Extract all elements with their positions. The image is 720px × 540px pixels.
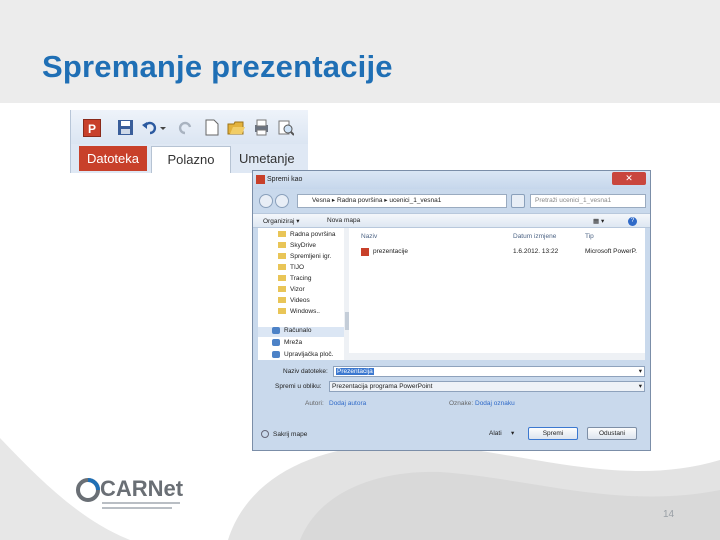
tools-dropdown-icon[interactable]: ▾ xyxy=(511,429,514,437)
save-type-label: Spremi u obliku: xyxy=(275,383,322,390)
cancel-button[interactable]: Odustani xyxy=(587,427,637,440)
file-name-label: Naziv datoteke: xyxy=(283,368,328,375)
tree-item-tijo[interactable]: TIJO xyxy=(278,264,304,274)
page-number: 14 xyxy=(663,509,675,520)
save-button[interactable]: Spremi xyxy=(528,427,578,440)
tree-item-vizor[interactable]: Vizor xyxy=(278,286,305,296)
print-icon[interactable] xyxy=(253,119,270,136)
file-name-value: Prezentacija xyxy=(336,368,374,375)
organize-menu[interactable]: Organiziraj ▾ xyxy=(263,217,300,225)
tree-item-computer[interactable]: Računalo xyxy=(272,327,311,337)
file-name: prezentacije xyxy=(373,248,409,255)
tree-item-saved-games[interactable]: Spremljeni igr. xyxy=(278,253,331,263)
save-icon[interactable] xyxy=(117,119,134,136)
file-list: Naziv Datum izmjene Tip prezentacije 1.6… xyxy=(349,228,645,360)
quick-access-toolbar: P xyxy=(71,110,308,144)
hide-folders-button[interactable]: Sakrij mape xyxy=(273,431,307,438)
dropdown-arrow-icon: ▾ xyxy=(638,368,642,375)
new-folder-button[interactable]: Nova mapa xyxy=(327,217,360,224)
file-icon xyxy=(361,248,369,256)
authors-label: Autori: xyxy=(305,400,324,407)
add-tag-link[interactable]: Dodaj oznaku xyxy=(475,400,515,407)
tree-item-network[interactable]: Mreža xyxy=(272,339,302,349)
tree-item-windows[interactable]: Windows.. xyxy=(278,308,320,318)
command-bar: Organiziraj ▾ Nova mapa ▦ ▾ ? xyxy=(253,213,650,228)
column-header-date[interactable]: Datum izmjene xyxy=(513,233,556,240)
powerpoint-icon xyxy=(256,175,265,184)
tab-home[interactable]: Polazno xyxy=(151,146,231,173)
redo-icon[interactable] xyxy=(177,119,194,136)
add-author-link[interactable]: Dodaj autora xyxy=(329,400,366,407)
save-type-value: Prezentacija programa PowerPoint xyxy=(332,383,433,390)
view-menu-icon[interactable]: ▦ ▾ xyxy=(593,217,604,225)
dialog-titlebar: Spremi kao ✕ xyxy=(253,171,650,189)
address-bar[interactable]: Vesna ▸ Radna površina ▸ ucenici_1_vesna… xyxy=(297,194,507,208)
carnet-logo-tagline xyxy=(102,502,180,509)
carnet-logo-icon xyxy=(76,478,100,502)
tree-item-desktop[interactable]: Radna površina xyxy=(278,231,336,241)
tab-insert[interactable]: Umetanje xyxy=(239,146,308,173)
save-type-select[interactable]: Prezentacija programa PowerPoint ▾ xyxy=(329,381,645,392)
tree-item-videos[interactable]: Videos xyxy=(278,297,310,307)
hide-folders-icon[interactable] xyxy=(261,430,269,438)
help-icon[interactable]: ? xyxy=(628,217,637,226)
slide-title: Spremanje prezentacije xyxy=(42,49,393,84)
dialog-title: Spremi kao xyxy=(267,176,303,183)
file-name-input[interactable]: Prezentacija ▾ xyxy=(333,366,645,377)
address-row: Vesna ▸ Radna površina ▸ ucenici_1_vesna… xyxy=(253,189,650,213)
tree-item-tracing[interactable]: Tracing xyxy=(278,275,311,285)
tab-file[interactable]: Datoteka xyxy=(79,146,147,171)
file-date: 1.6.2012. 13:22 xyxy=(513,248,559,255)
undo-dropdown-icon[interactable] xyxy=(159,119,167,136)
folder-tree: Radna površina SkyDrive Spremljeni igr. … xyxy=(258,228,351,361)
powerpoint-icon[interactable]: P xyxy=(83,119,101,137)
close-button[interactable]: ✕ xyxy=(612,172,646,185)
print-preview-icon[interactable] xyxy=(277,119,295,136)
undo-icon[interactable] xyxy=(141,119,158,136)
new-icon[interactable] xyxy=(203,119,220,136)
file-type: Microsoft PowerP. xyxy=(585,248,637,255)
forward-button[interactable] xyxy=(275,194,289,208)
ribbon-screenshot: P Datoteka Polazno Umetanje xyxy=(70,110,308,173)
file-list-scrollbar[interactable] xyxy=(349,353,645,360)
column-header-type[interactable]: Tip xyxy=(585,233,594,240)
back-button[interactable] xyxy=(259,194,273,208)
tools-menu[interactable]: Alati xyxy=(489,430,502,437)
ribbon-tabs: Datoteka Polazno Umetanje xyxy=(71,144,308,173)
carnet-logo-text: CARNet xyxy=(100,476,184,501)
save-as-dialog: Spremi kao ✕ Vesna ▸ Radna površina ▸ uc… xyxy=(252,170,651,451)
refresh-button[interactable] xyxy=(511,194,525,208)
column-header-name[interactable]: Naziv xyxy=(361,233,377,240)
search-input[interactable]: Pretraži ucenici_1_vesna1 xyxy=(530,194,646,208)
tree-item-skydrive[interactable]: SkyDrive xyxy=(278,242,316,252)
open-icon[interactable] xyxy=(227,119,245,136)
dropdown-arrow-icon: ▾ xyxy=(638,383,642,390)
tags-label: Oznake: xyxy=(449,400,474,407)
tree-item-control-panel[interactable]: Upravljačka ploč. xyxy=(272,351,334,361)
